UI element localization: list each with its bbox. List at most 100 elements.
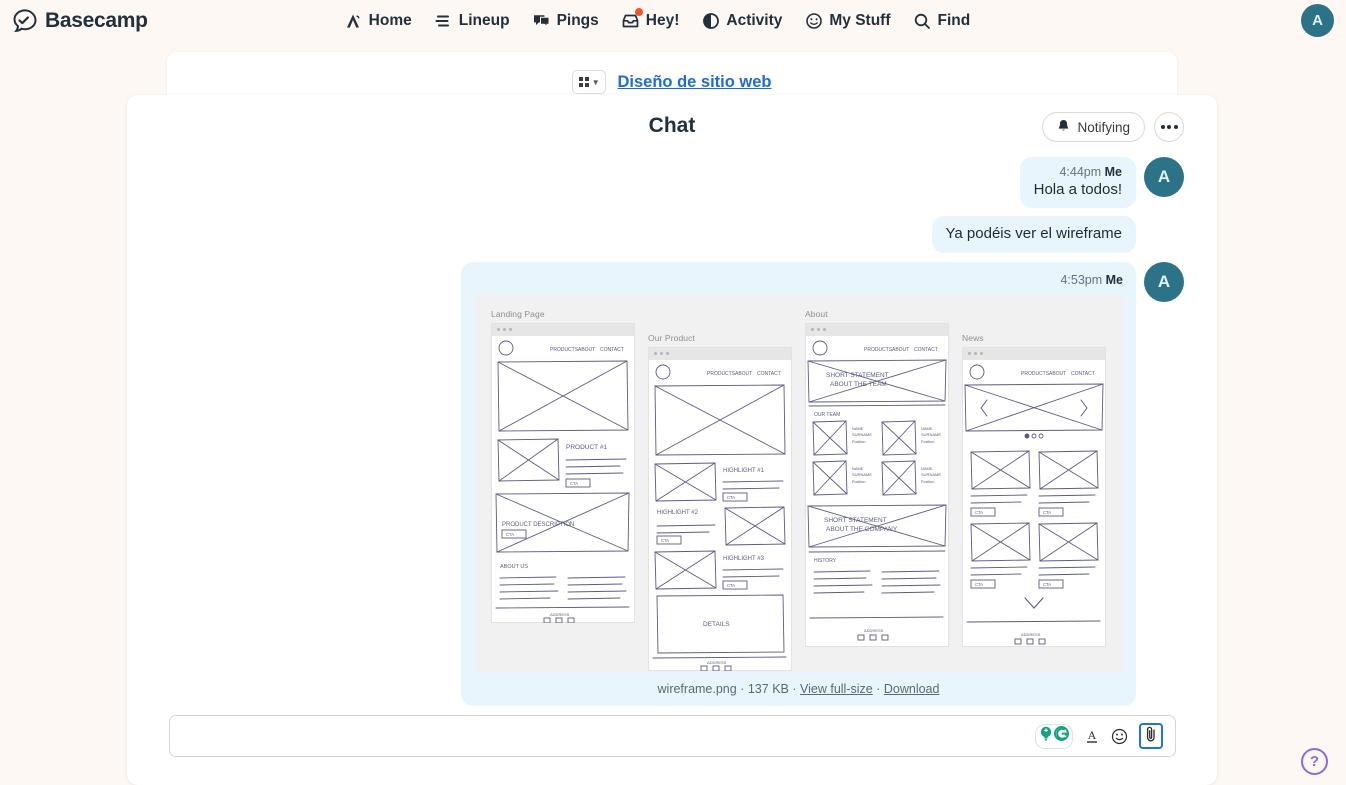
- message-bubble[interactable]: 4:44pm Me Hola a todos!: [1019, 157, 1136, 209]
- browser-chrome-dots: [963, 347, 1105, 360]
- svg-text:ABOUT THE COMPANY: ABOUT THE COMPANY: [826, 526, 898, 533]
- message-meta: 4:44pm Me: [1034, 165, 1122, 179]
- message-time: 4:53pm: [1060, 272, 1103, 287]
- nav-item-activity-label: Activity: [726, 11, 783, 29]
- svg-text:NAME: NAME: [921, 466, 933, 471]
- svg-text:CONTACT: CONTACT: [757, 371, 781, 377]
- svg-text:ABOUT: ABOUT: [735, 371, 752, 377]
- basecamp-logo[interactable]: Basecamp: [12, 8, 148, 34]
- breadcrumb-project-link[interactable]: Diseño de sitio web: [617, 73, 771, 92]
- grammarly-icon: [1054, 726, 1069, 746]
- svg-text:PRODUCTS: PRODUCTS: [1021, 371, 1050, 377]
- svg-text:ABOUT: ABOUT: [1049, 371, 1066, 377]
- find-search-icon: [913, 11, 932, 30]
- nav-item-home-label: Home: [368, 11, 412, 29]
- download-link[interactable]: Download: [884, 682, 940, 696]
- avatar[interactable]: A: [1144, 261, 1184, 302]
- svg-text:NAME: NAME: [852, 466, 864, 471]
- svg-text:Position: Position: [921, 440, 935, 444]
- nav-item-my-stuff[interactable]: My Stuff: [804, 11, 891, 30]
- message-time: 4:44pm: [1059, 165, 1102, 179]
- view-full-size-link[interactable]: View full-size: [800, 682, 873, 696]
- svg-text:PRODUCTS: PRODUCTS: [864, 347, 893, 353]
- message-text: Ya podéis ver el wireframe: [945, 225, 1122, 243]
- caption-separator: ·: [876, 681, 881, 696]
- wireframe-panel-our-product: Our Product PRODUCTS ABOUT CONTACT HIGHL…: [648, 332, 792, 671]
- nav-item-find[interactable]: Find: [913, 11, 971, 30]
- smiley-icon[interactable]: [1111, 728, 1128, 745]
- wireframe-panel-news: News PRODUCTS ABOUT CONTACT CTA CTA CTA …: [962, 333, 1106, 663]
- message-list: 4:44pm Me Hola a todos! A Ya podéis ver …: [127, 157, 1217, 706]
- svg-text:CTA: CTA: [975, 582, 983, 587]
- grammarly-button[interactable]: [1035, 723, 1073, 749]
- svg-text:HIGHLIGHT #3: HIGHLIGHT #3: [723, 556, 765, 562]
- attachment-filename: wireframe.png: [657, 681, 737, 696]
- attachment-bubble[interactable]: 4:53pm Me Landing Page PRODUCTS ABOUT CO…: [461, 261, 1136, 706]
- account-avatar[interactable]: A: [1301, 4, 1334, 37]
- text-format-a-icon[interactable]: A: [1084, 727, 1100, 745]
- svg-text:HISTORY: HISTORY: [814, 558, 837, 564]
- svg-text:CTA: CTA: [1043, 582, 1051, 587]
- chat-header: Chat Notifying: [127, 95, 1217, 157]
- attach-file-button[interactable]: [1139, 723, 1163, 749]
- hey-inbox-icon: [621, 8, 643, 30]
- activity-half-circle-icon: [701, 11, 720, 30]
- wireframe-image[interactable]: Landing Page PRODUCTS ABOUT CONTACT PROD…: [474, 294, 1123, 673]
- svg-text:SURNAME: SURNAME: [852, 472, 872, 477]
- nav-item-hey-label: Hey!: [645, 11, 680, 29]
- nav-items: Home Lineup Pings Hey! Activity My Stuff…: [344, 8, 971, 30]
- notifying-button[interactable]: Notifying: [1042, 112, 1145, 142]
- wireframe-browser-frame: PRODUCTS ABOUT CONTACT PRODUCT #1 CTA PR…: [491, 322, 635, 623]
- nav-item-lineup[interactable]: Lineup: [434, 11, 510, 30]
- browser-chrome-dots: [649, 347, 791, 360]
- avatar-initial: A: [1157, 271, 1171, 291]
- nav-item-find-label: Find: [937, 11, 971, 29]
- help-button[interactable]: ?: [1301, 748, 1328, 775]
- svg-text:CTA: CTA: [727, 495, 735, 500]
- bell-icon: [1057, 119, 1070, 136]
- wireframe-browser-frame: PRODUCTS ABOUT CONTACT CTA CTA CTA CTA A…: [962, 346, 1106, 647]
- wireframe-panel-label: About: [805, 308, 828, 319]
- nav-item-lineup-label: Lineup: [458, 11, 510, 29]
- svg-text:Position: Position: [852, 440, 866, 444]
- wireframe-panel-label: Landing Page: [491, 308, 545, 319]
- project-grid-button[interactable]: ▼: [572, 70, 607, 94]
- nav-item-pings[interactable]: Pings: [532, 11, 599, 30]
- nav-item-activity[interactable]: Activity: [701, 11, 782, 30]
- svg-text:DETAILS: DETAILS: [703, 621, 730, 628]
- message-author: Me: [1105, 272, 1123, 287]
- attachment-caption: wireframe.png · 137 KB · View full-size …: [474, 682, 1123, 696]
- basecamp-logo-text: Basecamp: [45, 8, 148, 32]
- wireframe-panel-landing-page: Landing Page PRODUCTS ABOUT CONTACT PROD…: [491, 309, 635, 663]
- nav-item-pings-label: Pings: [556, 11, 599, 29]
- chevron-down-icon: ▼: [591, 77, 600, 87]
- nav-item-my-stuff-label: My Stuff: [829, 11, 891, 29]
- nav-item-hey[interactable]: Hey!: [621, 8, 680, 30]
- wireframe-panel-label: News: [962, 332, 984, 343]
- browser-chrome-dots: [806, 323, 948, 336]
- svg-text:ABOUT: ABOUT: [578, 347, 595, 353]
- svg-text:ABOUT: ABOUT: [892, 347, 909, 353]
- grid-menu-icon: [579, 77, 589, 87]
- chat-header-actions: Notifying: [1042, 112, 1184, 142]
- svg-text:CTA: CTA: [506, 532, 514, 537]
- svg-text:Position: Position: [921, 480, 935, 484]
- notifying-button-label: Notifying: [1077, 119, 1130, 135]
- lineup-bars-icon: [434, 11, 453, 30]
- wireframe-panel-about: About PRODUCTS ABOUT CONTACT SHORT STATE…: [805, 309, 949, 663]
- paperclip-icon: [1145, 725, 1157, 748]
- nav-item-home[interactable]: Home: [344, 11, 412, 30]
- hey-unread-badge: [634, 8, 643, 16]
- svg-text:CONTACT: CONTACT: [600, 347, 624, 353]
- svg-text:PRODUCT DESCRIPTION: PRODUCT DESCRIPTION: [502, 522, 574, 528]
- avatar[interactable]: A: [1144, 157, 1184, 197]
- wireframe-panel-label: Our Product: [648, 332, 695, 343]
- svg-text:A: A: [1088, 728, 1097, 742]
- more-options-button[interactable]: [1154, 112, 1184, 142]
- ellipsis-icon: [1160, 125, 1178, 129]
- message-bubble[interactable]: Ya podéis ver el wireframe: [931, 216, 1136, 253]
- svg-text:OUR TEAM: OUR TEAM: [814, 412, 840, 418]
- message-input[interactable]: [170, 716, 1030, 756]
- svg-text:SHORT STATEMENT: SHORT STATEMENT: [824, 517, 887, 524]
- composer-toolbar: A: [1035, 723, 1163, 749]
